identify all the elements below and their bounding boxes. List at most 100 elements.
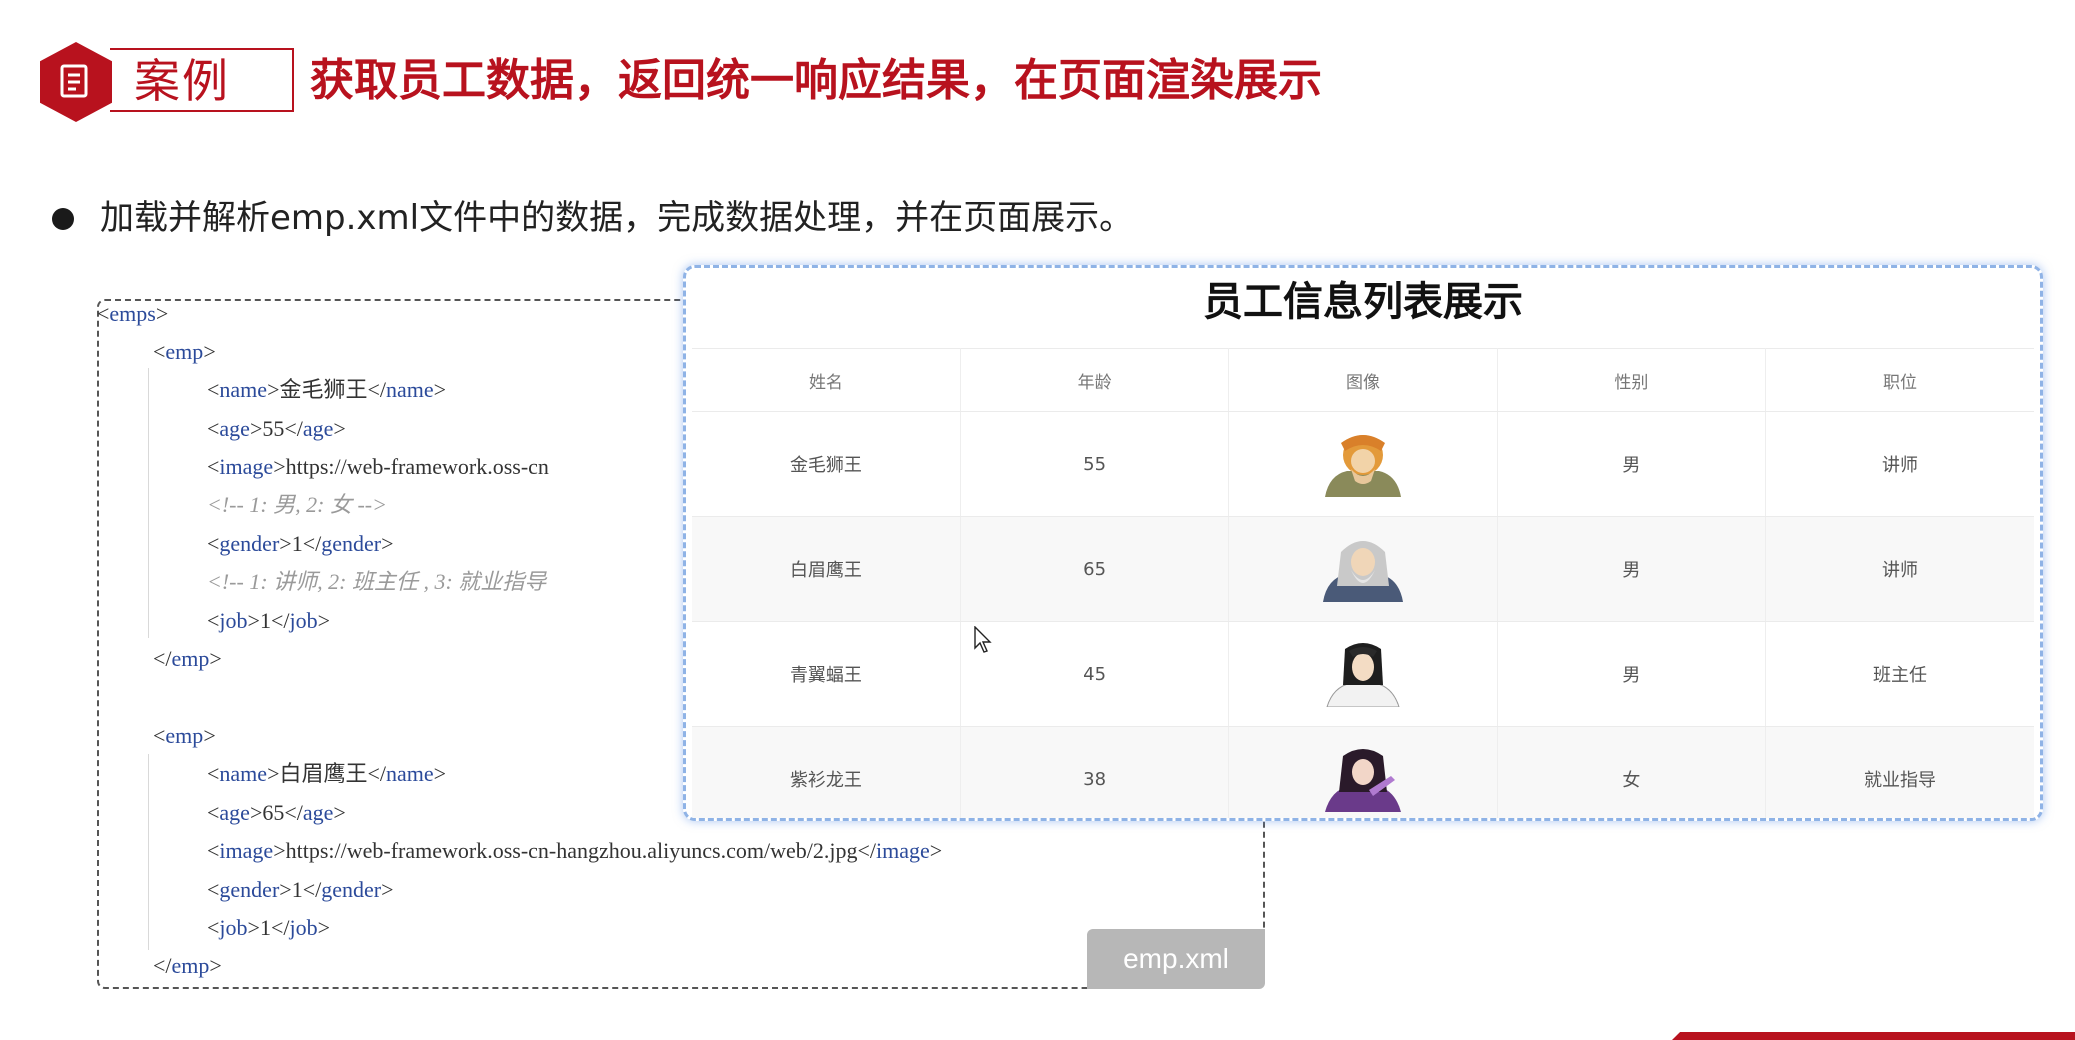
code-text: < xyxy=(207,377,220,402)
slide-title: 获取员工数据，返回统一响应结果，在页面渲染展示 xyxy=(310,55,1322,106)
xml-tag-name: gender xyxy=(219,531,280,556)
cell-name: 紫衫龙王 xyxy=(692,726,961,818)
code-text: >https://web-framework.oss-cn xyxy=(273,454,549,479)
xml-comment: <!-- 1: 讲师, 2: 班主任 , 3: 就业指导 xyxy=(207,569,547,594)
code-text: < xyxy=(207,454,220,479)
cell-age: 55 xyxy=(960,411,1230,517)
avatar-image xyxy=(1326,643,1400,707)
code-line: <job>1</job> xyxy=(207,606,330,636)
code-text: < xyxy=(207,838,220,863)
xml-tag-name: gender xyxy=(321,877,382,902)
code-line: <age>65</age> xyxy=(207,798,346,828)
code-text: > xyxy=(433,377,447,402)
code-text: > xyxy=(155,301,169,326)
code-text: > xyxy=(381,877,394,902)
case-badge: 案例 xyxy=(38,42,294,122)
bullet-text: 加载并解析emp.xml文件中的数据，完成数据处理，并在页面展示。 xyxy=(100,198,1134,238)
avatar-image xyxy=(1324,749,1401,812)
code-line: <emp> xyxy=(153,337,216,367)
code-text: >白眉鹰王</ xyxy=(267,761,387,786)
xml-tag-name: job xyxy=(219,608,248,633)
xml-tag-name: job xyxy=(289,915,318,940)
column-header-age: 年龄 xyxy=(960,348,1230,412)
code-text: < xyxy=(207,761,220,786)
cell-job: 就业指导 xyxy=(1765,726,2034,818)
avatar-image xyxy=(1322,541,1403,602)
code-line: <age>55</age> xyxy=(207,414,346,444)
xml-tag-name: name xyxy=(386,377,434,402)
mouse-cursor-icon xyxy=(974,626,992,653)
column-header-gender: 性别 xyxy=(1497,348,1767,412)
cell-job: 讲师 xyxy=(1765,411,2034,517)
code-line: <gender>1</gender> xyxy=(207,529,394,559)
code-line: <name>白眉鹰王</name> xyxy=(207,759,446,789)
table-row: 金毛狮王 55 男 讲师 xyxy=(692,411,2034,517)
code-line: <gender>1</gender> xyxy=(207,875,394,905)
cell-name: 金毛狮王 xyxy=(692,411,961,517)
cell-age: 45 xyxy=(960,621,1230,727)
employee-list-card: 员工信息列表展示 姓名 年龄 图像 性别 职位 金毛狮王 55 男 讲师 白眉鹰… xyxy=(683,265,2043,821)
cell-age: 38 xyxy=(960,726,1230,818)
column-header-image: 图像 xyxy=(1228,348,1498,412)
badge-label: 案例 xyxy=(134,54,230,108)
code-text: < xyxy=(207,608,220,633)
code-text: > xyxy=(381,531,394,556)
xml-comment: <!-- 1: 男, 2: 女 --> xyxy=(207,492,387,517)
code-line: <image>https://web-framework.oss-cn-hang… xyxy=(207,836,942,866)
card-title: 员工信息列表展示 xyxy=(1203,279,1523,325)
code-text: >55</ xyxy=(249,416,303,441)
cell-image xyxy=(1228,516,1498,622)
xml-tag-name: age xyxy=(302,416,334,441)
cell-gender: 女 xyxy=(1497,726,1767,818)
code-text: >1</ xyxy=(247,915,290,940)
cell-image xyxy=(1228,621,1498,727)
code-text: > xyxy=(333,800,346,825)
code-text: > xyxy=(333,416,346,441)
cell-gender: 男 xyxy=(1497,621,1767,727)
document-icon xyxy=(60,64,88,98)
xml-tag-name: job xyxy=(289,608,318,633)
xml-tag-name: name xyxy=(386,761,434,786)
cell-name: 白眉鹰王 xyxy=(692,516,961,622)
cell-image xyxy=(1228,411,1498,517)
xml-tag-name: emp xyxy=(165,339,204,364)
cell-name: 青翼蝠王 xyxy=(692,621,961,727)
xml-tag-name: emp xyxy=(171,953,210,978)
code-line: <name>金毛狮王</name> xyxy=(207,375,446,405)
column-header-job: 职位 xyxy=(1765,348,2034,412)
table-header-row: 姓名 年龄 图像 性别 职位 xyxy=(692,348,2034,412)
code-text: > xyxy=(929,838,943,863)
xml-tag-name: name xyxy=(219,377,268,402)
avatar-image xyxy=(1324,435,1401,497)
code-line: <emp> xyxy=(153,721,216,751)
cell-job: 讲师 xyxy=(1765,516,2034,622)
code-text: </ xyxy=(153,646,172,671)
xml-tag-name: job xyxy=(219,915,248,940)
footer-accent-strip xyxy=(1672,1032,2075,1040)
code-text: >65</ xyxy=(249,800,303,825)
code-text: >1</ xyxy=(279,531,322,556)
code-text: >1</ xyxy=(247,608,290,633)
code-text: < xyxy=(97,301,110,326)
xml-tag-name: emps xyxy=(109,301,156,326)
xml-tag-name: age xyxy=(219,800,250,825)
table-row: 白眉鹰王 65 男 讲师 xyxy=(692,516,2034,622)
code-line: </emp> xyxy=(153,644,222,674)
bullet-dot xyxy=(52,208,74,230)
code-text: < xyxy=(153,723,166,748)
cell-gender: 男 xyxy=(1497,516,1767,622)
code-line: <emps> xyxy=(97,299,168,329)
code-line: <!-- 1: 男, 2: 女 --> xyxy=(207,490,387,520)
column-header-name: 姓名 xyxy=(692,348,961,412)
code-text: >1</ xyxy=(279,877,322,902)
cell-gender: 男 xyxy=(1497,411,1767,517)
xml-tag-name: gender xyxy=(321,531,382,556)
code-text: > xyxy=(203,339,216,364)
cell-image xyxy=(1228,726,1498,818)
xml-tag-name: image xyxy=(875,838,930,863)
xml-tag-name: gender xyxy=(219,877,280,902)
code-text: < xyxy=(207,877,220,902)
code-line: <image>https://web-framework.oss-cn xyxy=(207,452,549,482)
employee-table: 姓名 年龄 图像 性别 职位 金毛狮王 55 男 讲师 白眉鹰王 65 男 讲师… xyxy=(692,348,2034,818)
code-text: < xyxy=(153,339,166,364)
